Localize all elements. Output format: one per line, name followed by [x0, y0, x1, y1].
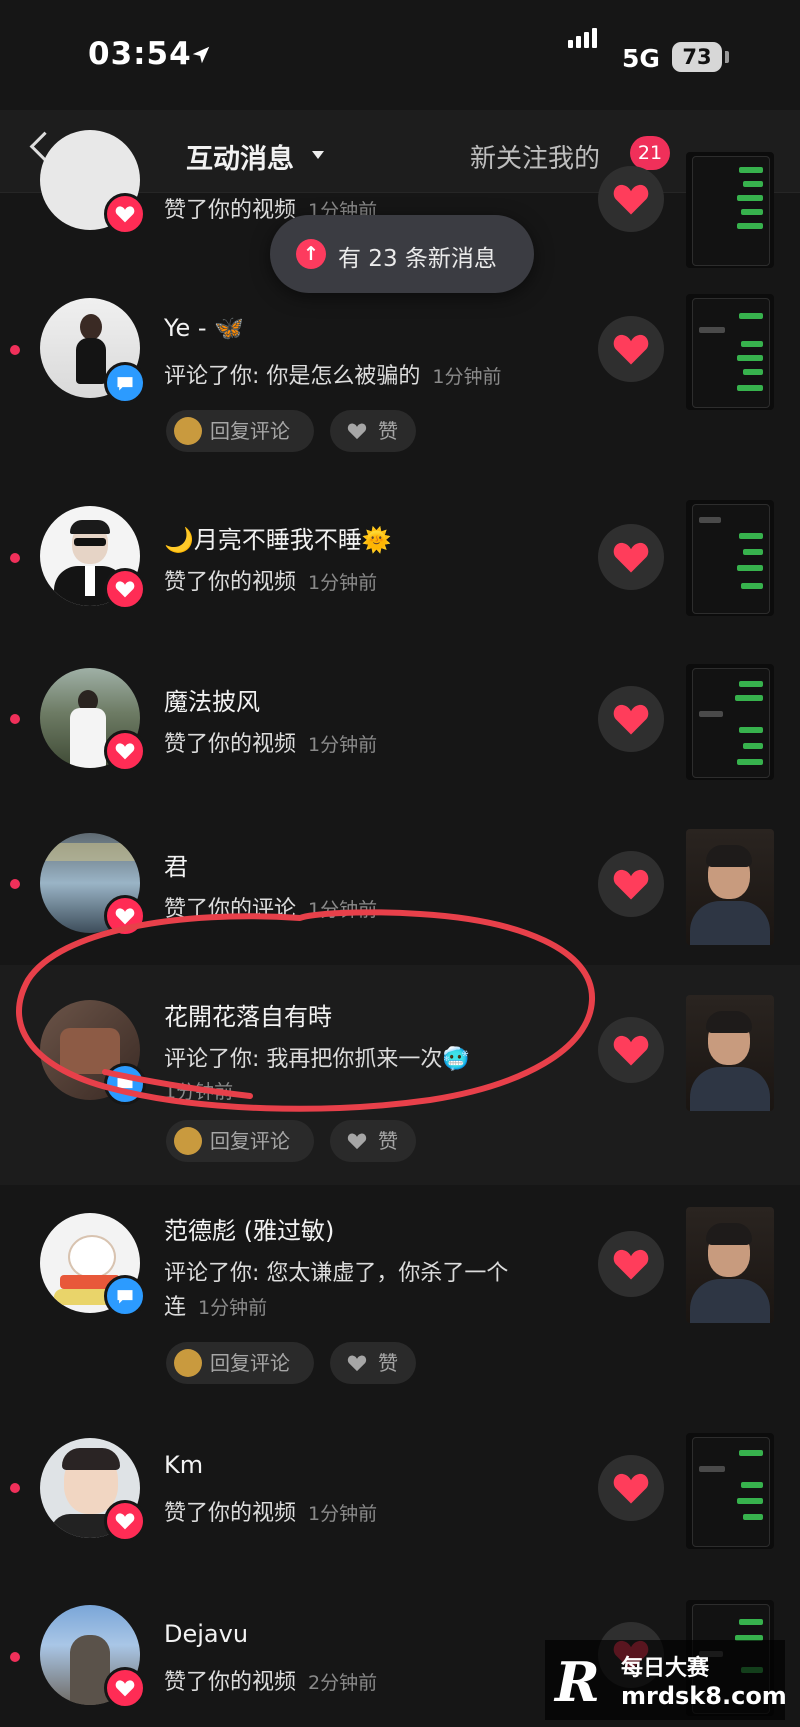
watermark: R 每日大赛 mrdsk8.com — [545, 1640, 787, 1720]
unread-dot — [10, 553, 20, 563]
video-thumbnail[interactable] — [686, 500, 774, 616]
status-bar: 03:54 5G 73 — [0, 0, 800, 110]
dropdown-caret-icon[interactable] — [312, 151, 324, 159]
video-thumbnail[interactable] — [686, 664, 774, 780]
activity-text: 赞了你的视频 1分钟前 — [164, 732, 378, 757]
like-badge-icon — [104, 895, 146, 937]
activity-text: 评论了你: 我再把你抓来一次🥶 — [164, 1047, 470, 1072]
video-thumbnail[interactable] — [686, 152, 774, 268]
unread-dot — [10, 1652, 20, 1662]
username[interactable]: Ye - 🦋 — [164, 314, 244, 342]
arrow-up-icon: ↑ — [296, 239, 326, 269]
activity-text: 评论了你: 你是怎么被骗的 1分钟前 — [164, 364, 502, 389]
reply-comment-button[interactable]: 回复评论 — [166, 1342, 314, 1384]
watermark-logo: R — [555, 1650, 600, 1714]
emoji-face-icon — [174, 1349, 202, 1377]
username[interactable]: 君 — [164, 847, 188, 882]
location-arrow-icon — [192, 46, 210, 64]
clock: 03:54 — [88, 36, 192, 72]
like-comment-button[interactable]: 赞 — [330, 1120, 416, 1162]
list-item[interactable]: Ye - 🦋 评论了你: 你是怎么被骗的 1分钟前 回复评论 赞 — [0, 270, 800, 470]
activity-text: 赞了你的视频 1分钟前 — [164, 1501, 378, 1526]
heart-icon — [347, 423, 367, 440]
list-item[interactable]: 君 赞了你的评论 1分钟前 — [0, 795, 800, 965]
username[interactable]: 魔法披风 — [164, 682, 260, 717]
comment-badge-icon — [104, 1275, 146, 1317]
username[interactable]: Km — [164, 1451, 203, 1479]
unread-dot — [10, 714, 20, 724]
username[interactable]: 🌙月亮不睡我不睡🌞 — [164, 520, 392, 555]
battery-tip — [725, 51, 729, 63]
unread-dot — [10, 345, 20, 355]
emoji-face-icon — [174, 1127, 202, 1155]
like-back-button[interactable] — [598, 1231, 664, 1297]
new-followers-badge: 21 — [630, 136, 670, 170]
unread-dot — [10, 879, 20, 889]
username[interactable]: 范德彪 (雅过敏) — [164, 1211, 334, 1246]
username[interactable]: Dejavu — [164, 1620, 248, 1648]
timestamp: 1分钟前 — [164, 1081, 234, 1103]
battery-indicator: 73 — [672, 42, 722, 72]
like-back-button[interactable] — [598, 166, 664, 232]
list-item[interactable]: 🌙月亮不睡我不睡🌞 赞了你的视频 1分钟前 — [0, 470, 800, 630]
emoji-face-icon — [174, 417, 202, 445]
network-type: 5G — [622, 44, 660, 73]
like-badge-icon — [104, 1667, 146, 1709]
heart-icon — [347, 1133, 367, 1150]
list-item[interactable]: 魔法披风 赞了你的视频 1分钟前 — [0, 630, 800, 795]
like-back-button[interactable] — [598, 1455, 664, 1521]
like-badge-icon — [104, 1500, 146, 1542]
like-comment-button[interactable]: 赞 — [330, 1342, 416, 1384]
comment-badge-icon — [104, 362, 146, 404]
video-thumbnail[interactable] — [686, 1433, 774, 1549]
like-comment-button[interactable]: 赞 — [330, 410, 416, 452]
tab-interactions[interactable]: 互动消息 — [186, 137, 294, 176]
username[interactable]: 花開花落自有時 — [164, 997, 332, 1032]
new-messages-toast[interactable]: ↑ 有 23 条新消息 — [270, 215, 534, 293]
activity-text: 赞了你的视频 1分钟前 — [164, 570, 378, 595]
video-thumbnail[interactable] — [686, 1207, 774, 1323]
activity-text-cont: 连 1分钟前 — [164, 1295, 268, 1320]
like-badge-icon — [104, 730, 146, 772]
like-back-button[interactable] — [598, 1017, 664, 1083]
watermark-url: mrdsk8.com — [621, 1682, 787, 1710]
list-item[interactable]: Km 赞了你的视频 1分钟前 — [0, 1405, 800, 1570]
toast-text: 有 23 条新消息 — [338, 246, 497, 272]
activity-text: 赞了你的视频 2分钟前 — [164, 1670, 378, 1695]
reply-comment-button[interactable]: 回复评论 — [166, 410, 314, 452]
list-item[interactable]: 花開花落自有時 评论了你: 我再把你抓来一次🥶 1分钟前 回复评论 赞 — [0, 965, 800, 1185]
watermark-brand: 每日大赛 — [621, 1656, 710, 1681]
unread-dot — [10, 1483, 20, 1493]
heart-icon — [347, 1355, 367, 1372]
comment-badge-icon — [104, 1063, 146, 1105]
video-thumbnail[interactable] — [686, 829, 774, 945]
video-thumbnail[interactable] — [686, 294, 774, 410]
tab-new-followers[interactable]: 新关注我的 — [470, 138, 600, 175]
video-thumbnail[interactable] — [686, 995, 774, 1111]
list-item[interactable]: 范德彪 (雅过敏) 评论了你: 您太谦虚了，你杀了一个 连 1分钟前 回复评论 赞 — [0, 1185, 800, 1405]
like-back-button[interactable] — [598, 851, 664, 917]
like-back-button[interactable] — [598, 316, 664, 382]
like-badge-icon — [104, 193, 146, 235]
like-back-button[interactable] — [598, 686, 664, 752]
activity-text: 评论了你: 您太谦虚了，你杀了一个 — [164, 1261, 509, 1286]
like-back-button[interactable] — [598, 524, 664, 590]
like-badge-icon — [104, 568, 146, 610]
reply-comment-button[interactable]: 回复评论 — [166, 1120, 314, 1162]
activity-text: 赞了你的评论 1分钟前 — [164, 897, 378, 922]
